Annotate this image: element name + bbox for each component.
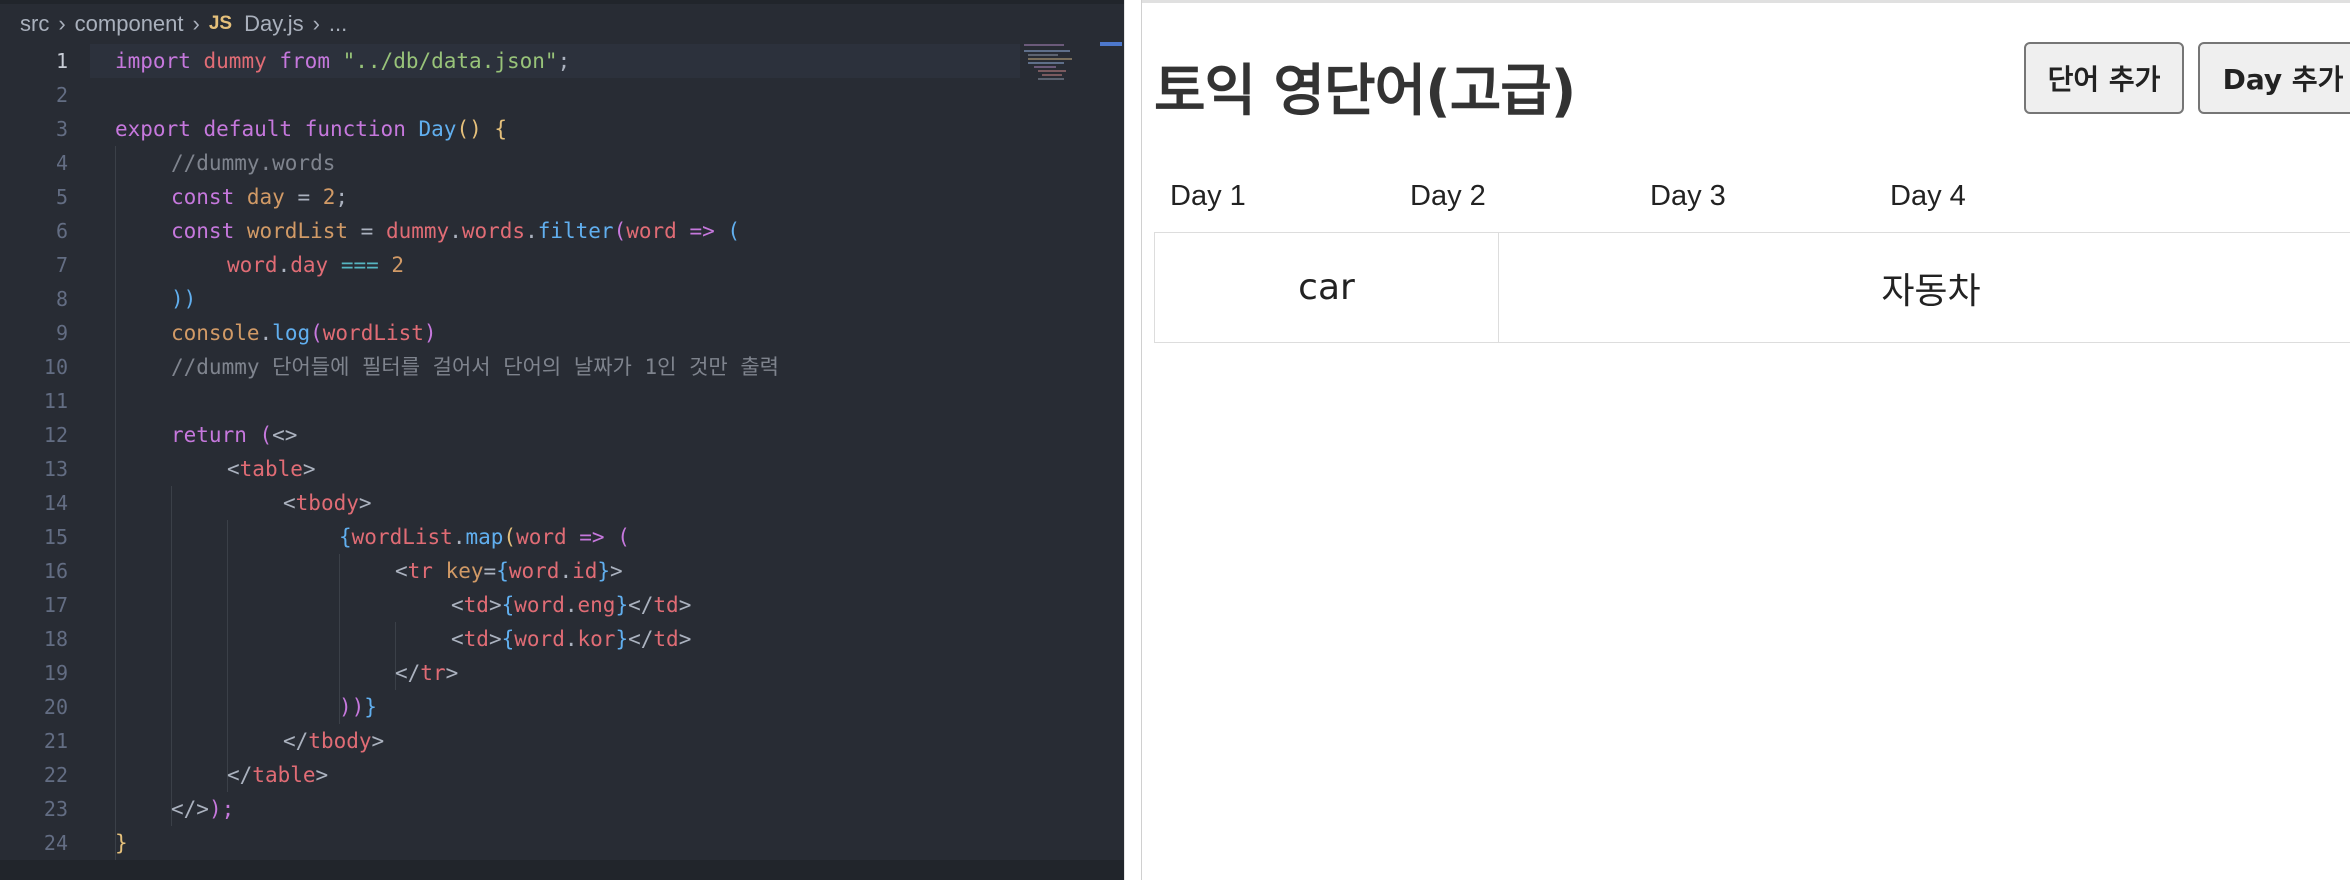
- code-line: </tbody>: [283, 729, 385, 753]
- line-number: 6: [55, 219, 68, 243]
- code-line: <td>{word.eng}</td>: [451, 593, 692, 617]
- code-line: <tr key={word.id}>: [395, 559, 623, 583]
- chevron-right-icon: ›: [58, 11, 66, 36]
- breadcrumb: src › component › JS Day.js › ...: [0, 4, 1124, 44]
- day-link-2[interactable]: Day 2: [1410, 180, 1486, 213]
- line-number: 23: [43, 797, 68, 821]
- day-link-1[interactable]: Day 1: [1170, 180, 1246, 213]
- chevron-right-icon: ›: [312, 11, 320, 36]
- breadcrumb-file[interactable]: Day.js: [244, 11, 304, 37]
- line-number: 17: [43, 593, 68, 617]
- line-number: 4: [55, 151, 68, 175]
- code-line: {wordList.map(word => (: [339, 525, 630, 549]
- line-number: 16: [43, 559, 68, 583]
- code-line: export default function Day() {: [115, 117, 508, 141]
- code-line: const day = 2;: [171, 185, 349, 209]
- code-line: //dummy 단어들에 필터를 걸어서 단어의 날짜가 1인 것만 출력: [171, 355, 780, 379]
- code-text-area[interactable]: import dummy from "../db/data.json"; exp…: [115, 44, 1015, 880]
- line-number: 10: [43, 355, 68, 379]
- word-korean-cell: 자동차: [1498, 232, 2350, 343]
- minimap[interactable]: [1020, 40, 1090, 100]
- line-number: 1: [55, 49, 68, 73]
- code-line: import dummy from "../db/data.json";: [115, 49, 571, 73]
- table-row: car 자동차: [1154, 232, 2350, 343]
- editor-bottom-bar: [0, 860, 1124, 880]
- code-line: //dummy.words: [171, 151, 336, 175]
- line-number: 14: [43, 491, 68, 515]
- line-number: 24: [43, 831, 68, 855]
- line-number: 20: [43, 695, 68, 719]
- code-line: const wordList = dummy.words.filter(word…: [171, 219, 741, 243]
- code-line: )): [171, 287, 197, 311]
- code-line: console.log(wordList): [171, 321, 437, 345]
- javascript-file-icon: JS: [208, 13, 233, 34]
- breadcrumb-folder-component[interactable]: component: [75, 11, 184, 37]
- line-number: 12: [43, 423, 68, 447]
- code-line: word.day === 2: [227, 253, 405, 277]
- code-line: return (<>: [171, 423, 298, 447]
- line-number: 2: [55, 83, 68, 107]
- breadcrumb-folder-src[interactable]: src: [20, 11, 49, 37]
- breadcrumb-symbol[interactable]: ...: [329, 11, 347, 37]
- vertical-scrollbar[interactable]: [1100, 42, 1122, 46]
- indent-guide: [115, 146, 116, 880]
- line-number-gutter[interactable]: 1 2 3 4 5 6 7 8 9 10 11 12 13 14 15 16 1…: [0, 44, 90, 880]
- code-line: </tr>: [395, 661, 459, 685]
- page-title: 토익 영단어(고급): [1154, 59, 1576, 124]
- line-number: 5: [55, 185, 68, 209]
- browser-preview: 토익 영단어(고급) 단어 추가 Day 추가 Day 1 Day 2 Day …: [1142, 0, 2350, 880]
- chevron-right-icon: ›: [192, 11, 200, 36]
- code-line: <table>: [227, 457, 316, 481]
- code-line: ))}: [339, 695, 377, 719]
- line-number: 21: [43, 729, 68, 753]
- indent-guide: [171, 486, 172, 826]
- line-number: 11: [43, 389, 68, 413]
- line-number: 9: [55, 321, 68, 345]
- line-number: 18: [43, 627, 68, 651]
- line-number: 13: [43, 457, 68, 481]
- code-line: </>);: [171, 797, 235, 821]
- word-english-cell: car: [1154, 232, 1499, 343]
- day-link-4[interactable]: Day 4: [1890, 180, 1966, 213]
- code-line: <td>{word.kor}</td>: [451, 627, 692, 651]
- add-word-button[interactable]: 단어 추가: [2024, 42, 2184, 114]
- word-table: car 자동차: [1154, 232, 2350, 343]
- day-link-3[interactable]: Day 3: [1650, 180, 1726, 213]
- line-number: 8: [55, 287, 68, 311]
- code-editor[interactable]: src › component › JS Day.js › ... 1 2 3 …: [0, 0, 1124, 880]
- line-number: 15: [43, 525, 68, 549]
- line-number: 22: [43, 763, 68, 787]
- add-day-button[interactable]: Day 추가: [2198, 42, 2350, 114]
- indent-guide: [227, 520, 228, 792]
- code-line: }: [115, 831, 128, 855]
- line-number: 19: [43, 661, 68, 685]
- preview-top-border: [1142, 0, 2350, 3]
- pane-splitter[interactable]: [1124, 0, 1142, 880]
- code-line: <tbody>: [283, 491, 372, 515]
- code-line: </table>: [227, 763, 329, 787]
- line-number: 3: [55, 117, 68, 141]
- line-number: 7: [55, 253, 68, 277]
